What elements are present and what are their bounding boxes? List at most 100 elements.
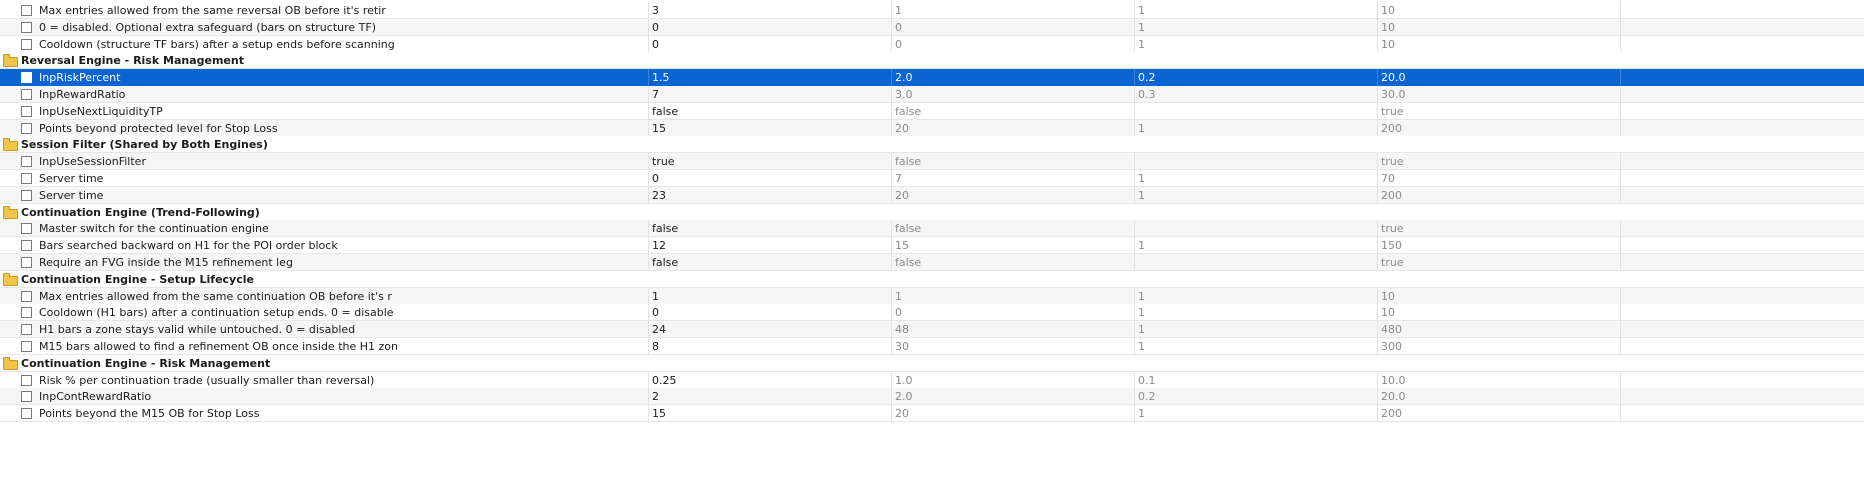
value-cell[interactable]: 1.5: [648, 69, 891, 87]
value-cell[interactable]: false: [648, 254, 891, 271]
parameter-row[interactable]: M15 bars allowed to find a refinement OB…: [0, 338, 1864, 355]
parameter-label: 0 = disabled. Optional extra safeguard (…: [39, 20, 376, 34]
group-header[interactable]: Continuation Engine - Risk Management: [0, 354, 1864, 372]
parameter-row[interactable]: InpUseNextLiquidityTP false false true: [0, 102, 1864, 120]
optimize-checkbox[interactable]: [21, 391, 32, 403]
optimize-checkbox[interactable]: [21, 374, 32, 386]
value-cell[interactable]: 15: [648, 405, 891, 423]
group-header[interactable]: Session Filter (Shared by Both Engines): [0, 136, 1864, 154]
folder-icon: [3, 54, 18, 68]
parameter-row[interactable]: H1 bars a zone stays valid while untouch…: [0, 321, 1864, 339]
value-cell[interactable]: 15: [648, 119, 891, 137]
empty-cell: [1620, 287, 1864, 305]
group-header[interactable]: Continuation Engine (Trend-Following): [0, 203, 1864, 221]
step-cell: 1: [1134, 287, 1377, 305]
value-cell[interactable]: 0: [648, 170, 891, 187]
stop-cell: 10: [1377, 35, 1620, 53]
step-cell: 0.3: [1134, 86, 1377, 103]
parameter-row[interactable]: Points beyond protected level for Stop L…: [0, 119, 1864, 137]
empty-cell: [1620, 2, 1864, 19]
parameter-row[interactable]: Points beyond the M15 OB for Stop Loss 15…: [0, 405, 1864, 423]
parameter-row[interactable]: Bars searched backward on H1 for the POI…: [0, 237, 1864, 255]
optimize-checkbox[interactable]: [21, 21, 32, 33]
parameter-row[interactable]: Cooldown (structure TF bars) after a set…: [0, 35, 1864, 53]
value-cell[interactable]: 8: [648, 338, 891, 355]
parameter-row[interactable]: Max entries allowed from the same contin…: [0, 287, 1864, 305]
value-cell[interactable]: 12: [648, 237, 891, 255]
parameter-row[interactable]: InpContRewardRatio 2 2.0 0.2 20.0: [0, 388, 1864, 406]
value-cell[interactable]: 0: [648, 304, 891, 322]
optimize-checkbox[interactable]: [21, 72, 32, 84]
stop-cell: 10: [1377, 287, 1620, 305]
step-cell: [1134, 220, 1377, 238]
step-cell: 1: [1134, 405, 1377, 423]
stop-cell: true: [1377, 102, 1620, 120]
optimize-checkbox[interactable]: [21, 240, 32, 252]
parameter-row[interactable]: InpUseSessionFilter true false true: [0, 153, 1864, 171]
parameter-name-cell: Cooldown (H1 bars) after a continuation …: [0, 304, 648, 321]
parameter-row[interactable]: Server time 0 7 1 70: [0, 170, 1864, 187]
optimize-checkbox[interactable]: [21, 122, 32, 134]
optimize-checkbox[interactable]: [21, 89, 32, 100]
stop-cell: 300: [1377, 338, 1620, 355]
parameter-label: Max entries allowed from the same contin…: [39, 289, 392, 303]
optimize-checkbox[interactable]: [21, 408, 32, 420]
step-cell: 1: [1134, 237, 1377, 255]
value-cell[interactable]: false: [648, 220, 891, 238]
parameter-row[interactable]: 0 = disabled. Optional extra safeguard (…: [0, 18, 1864, 36]
parameter-row[interactable]: InpRiskPercent 1.5 2.0 0.2 20.0: [0, 69, 1864, 87]
optimize-checkbox[interactable]: [21, 257, 32, 268]
parameter-row[interactable]: Max entries allowed from the same revers…: [0, 2, 1864, 19]
optimize-checkbox[interactable]: [21, 173, 32, 184]
parameter-row[interactable]: Master switch for the continuation engin…: [0, 220, 1864, 238]
value-cell[interactable]: 24: [648, 321, 891, 339]
stop-cell: true: [1377, 153, 1620, 171]
optimize-checkbox[interactable]: [21, 307, 32, 319]
start-cell: 2.0: [891, 388, 1134, 406]
parameter-name-cell: Points beyond protected level for Stop L…: [0, 120, 648, 137]
parameter-name-cell: Server time: [0, 187, 648, 204]
optimize-checkbox[interactable]: [21, 156, 32, 168]
stop-cell: 150: [1377, 237, 1620, 255]
group-header[interactable]: Reversal Engine - Risk Management: [0, 52, 1864, 70]
start-cell: 0: [891, 304, 1134, 322]
parameter-label: InpContRewardRatio: [39, 390, 152, 404]
value-cell[interactable]: 3: [648, 2, 891, 19]
value-cell[interactable]: false: [648, 102, 891, 120]
empty-cell: [1620, 119, 1864, 137]
parameter-name-cell: M15 bars allowed to find a refinement OB…: [0, 338, 648, 355]
value-cell[interactable]: 1: [648, 287, 891, 305]
start-cell: 2.0: [891, 69, 1134, 87]
parameter-name-cell: Master switch for the continuation engin…: [0, 220, 648, 237]
stop-cell: 30.0: [1377, 86, 1620, 103]
empty-cell: [1620, 86, 1864, 103]
start-cell: 1.0: [891, 371, 1134, 389]
optimize-checkbox[interactable]: [21, 324, 32, 336]
value-cell[interactable]: 7: [648, 86, 891, 103]
value-cell[interactable]: 2: [648, 388, 891, 406]
optimize-checkbox[interactable]: [21, 105, 32, 117]
parameter-row[interactable]: InpRewardRatio 7 3.0 0.3 30.0: [0, 86, 1864, 103]
parameter-label: Server time: [39, 172, 104, 185]
optimize-checkbox[interactable]: [21, 341, 32, 352]
step-cell: 1: [1134, 170, 1377, 187]
group-header[interactable]: Continuation Engine - Setup Lifecycle: [0, 270, 1864, 288]
step-cell: 0.2: [1134, 69, 1377, 87]
value-cell[interactable]: true: [648, 153, 891, 171]
value-cell[interactable]: 0: [648, 35, 891, 53]
optimize-checkbox[interactable]: [21, 5, 32, 16]
value-cell[interactable]: 0.25: [648, 371, 891, 389]
optimize-checkbox[interactable]: [21, 189, 32, 201]
value-cell[interactable]: 0: [648, 18, 891, 36]
parameter-name-cell: Max entries allowed from the same revers…: [0, 2, 648, 19]
value-cell[interactable]: 23: [648, 186, 891, 204]
parameter-label: Cooldown (H1 bars) after a continuation …: [39, 306, 394, 320]
parameter-label: Max entries allowed from the same revers…: [39, 4, 386, 17]
parameter-row[interactable]: Risk % per continuation trade (usually s…: [0, 371, 1864, 389]
parameter-row[interactable]: Cooldown (H1 bars) after a continuation …: [0, 304, 1864, 322]
optimize-checkbox[interactable]: [21, 290, 32, 302]
optimize-checkbox[interactable]: [21, 223, 32, 235]
parameter-row[interactable]: Require an FVG inside the M15 refinement…: [0, 254, 1864, 271]
optimize-checkbox[interactable]: [21, 38, 32, 50]
parameter-row[interactable]: Server time 23 20 1 200: [0, 186, 1864, 204]
